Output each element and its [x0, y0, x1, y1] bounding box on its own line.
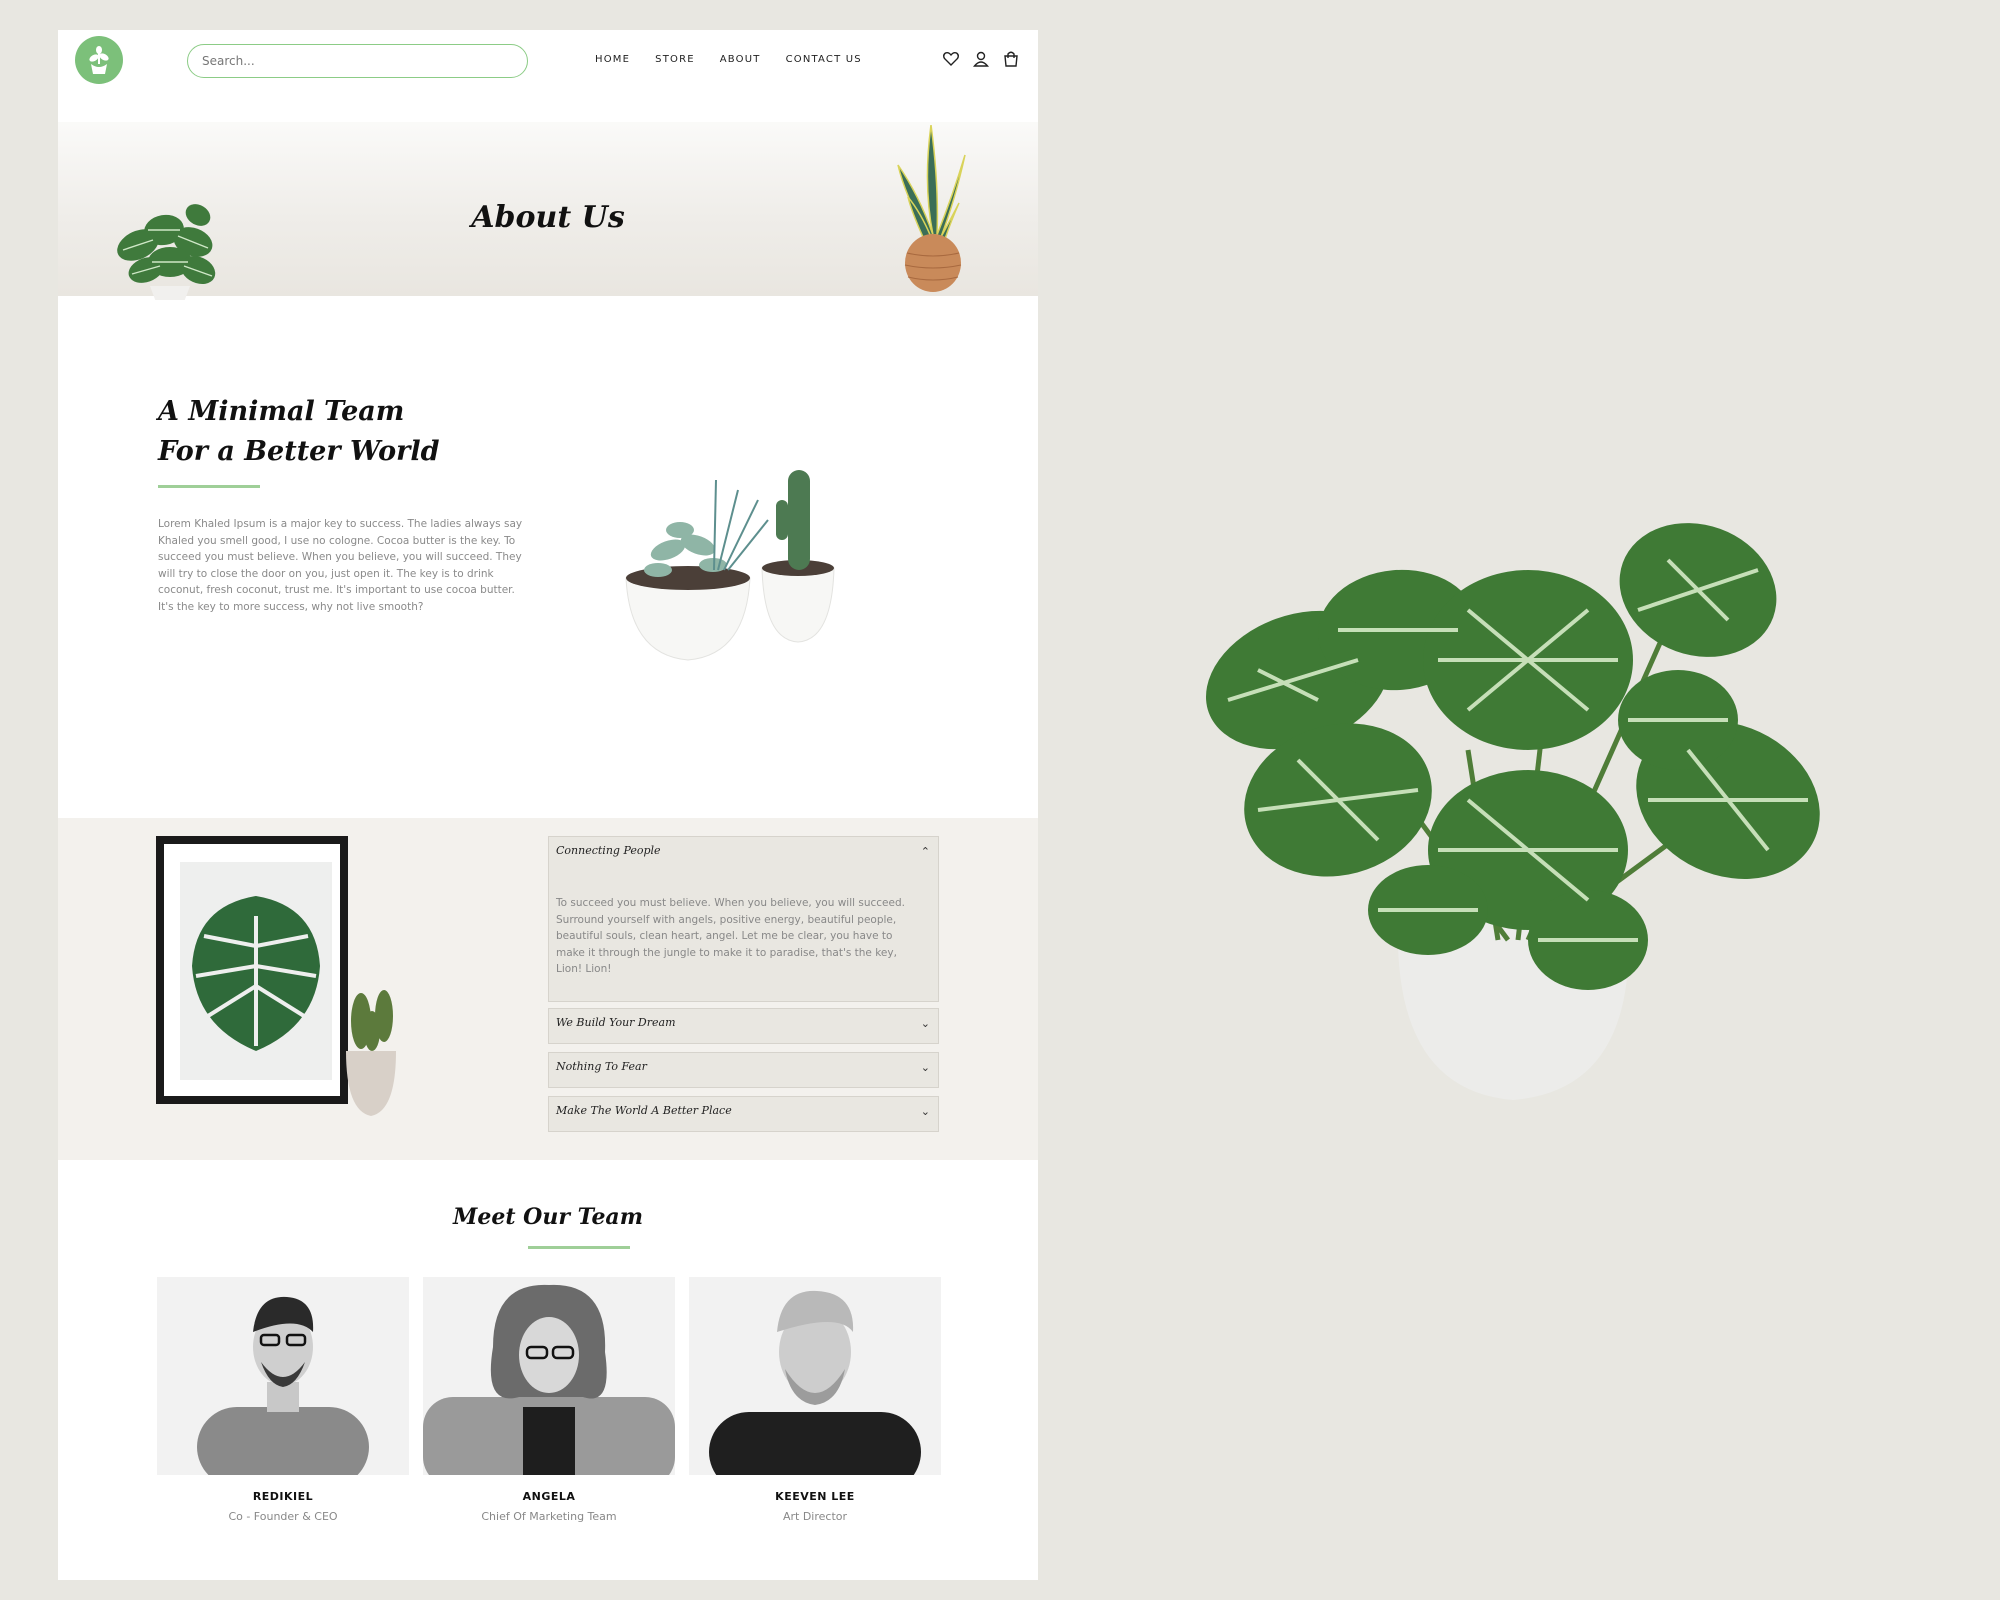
accordion-body: To succeed you must believe. When you be… — [556, 897, 905, 975]
accordion-title[interactable]: Make The World A Better Place — [556, 1104, 732, 1117]
nav-contact-us[interactable]: CONTACT US — [786, 54, 862, 66]
team-member-role: Chief Of Marketing Team — [481, 1510, 617, 1523]
team-member-role: Art Director — [782, 1510, 848, 1523]
site-header: HOME STORE ABOUT CONTACT US — [58, 30, 1038, 122]
framed-monstera-art-image — [156, 836, 396, 1116]
header-icons — [942, 50, 1020, 68]
intro-heading-line-2: For a Better World — [158, 436, 440, 467]
intro-divider — [158, 485, 260, 488]
nav-about[interactable]: ABOUT — [720, 54, 761, 66]
accordion-item-connecting-people[interactable]: Connecting People ⌃ To succeed you must … — [548, 836, 939, 1002]
accordion-title[interactable]: Connecting People — [556, 844, 661, 857]
team-photo-keeven-lee — [689, 1277, 941, 1475]
hero-banner: About Us — [58, 100, 1038, 300]
search-input[interactable] — [187, 44, 528, 78]
main-nav: HOME STORE ABOUT CONTACT US — [595, 54, 887, 66]
intro-heading: A Minimal Team For a Better World — [158, 392, 439, 472]
accordion-item-nothing-to-fear[interactable]: Nothing To Fear ⌄ — [548, 1052, 939, 1088]
chevron-up-icon[interactable]: ⌃ — [921, 845, 930, 858]
nav-store[interactable]: STORE — [655, 54, 695, 66]
accordion-title[interactable]: Nothing To Fear — [556, 1060, 647, 1073]
team-photo-redikiel — [157, 1277, 409, 1475]
team-photo-angela — [423, 1277, 675, 1475]
team-heading: Meet Our Team — [453, 1204, 643, 1230]
succulent-pots-image — [625, 470, 835, 661]
intro-paragraph: Lorem Khaled Ipsum is a major key to suc… — [158, 518, 523, 613]
team-member-name: REDIKIEL — [252, 1490, 314, 1503]
intro-heading-line-1: A Minimal Team — [158, 396, 405, 427]
chevron-down-icon[interactable]: ⌄ — [921, 1017, 930, 1030]
accordion-item-we-build-your-dream[interactable]: We Build Your Dream ⌄ — [548, 1008, 939, 1044]
team-member-name: ANGELA — [522, 1490, 576, 1503]
page-frame: About Us HOME STORE ABOUT CONTACT US — [58, 30, 1038, 1580]
team-divider — [528, 1246, 630, 1249]
accordion-item-make-the-world-a-better-place[interactable]: Make The World A Better Place ⌄ — [548, 1096, 939, 1132]
accordion-title[interactable]: We Build Your Dream — [556, 1016, 676, 1029]
user-icon[interactable] — [972, 50, 990, 68]
calathea-plant-illustration — [1206, 523, 1820, 1100]
nav-home[interactable]: HOME — [595, 54, 630, 66]
page-title: About Us — [471, 200, 625, 235]
heart-icon[interactable] — [942, 50, 960, 68]
logo-icon[interactable] — [75, 36, 123, 84]
team-member-name: KEEVEN LEE — [775, 1490, 855, 1503]
team-member-role: Co - Founder & CEO — [228, 1510, 338, 1523]
chevron-down-icon[interactable]: ⌄ — [921, 1105, 930, 1118]
cart-icon[interactable] — [1002, 50, 1020, 68]
chevron-down-icon[interactable]: ⌄ — [921, 1061, 930, 1074]
